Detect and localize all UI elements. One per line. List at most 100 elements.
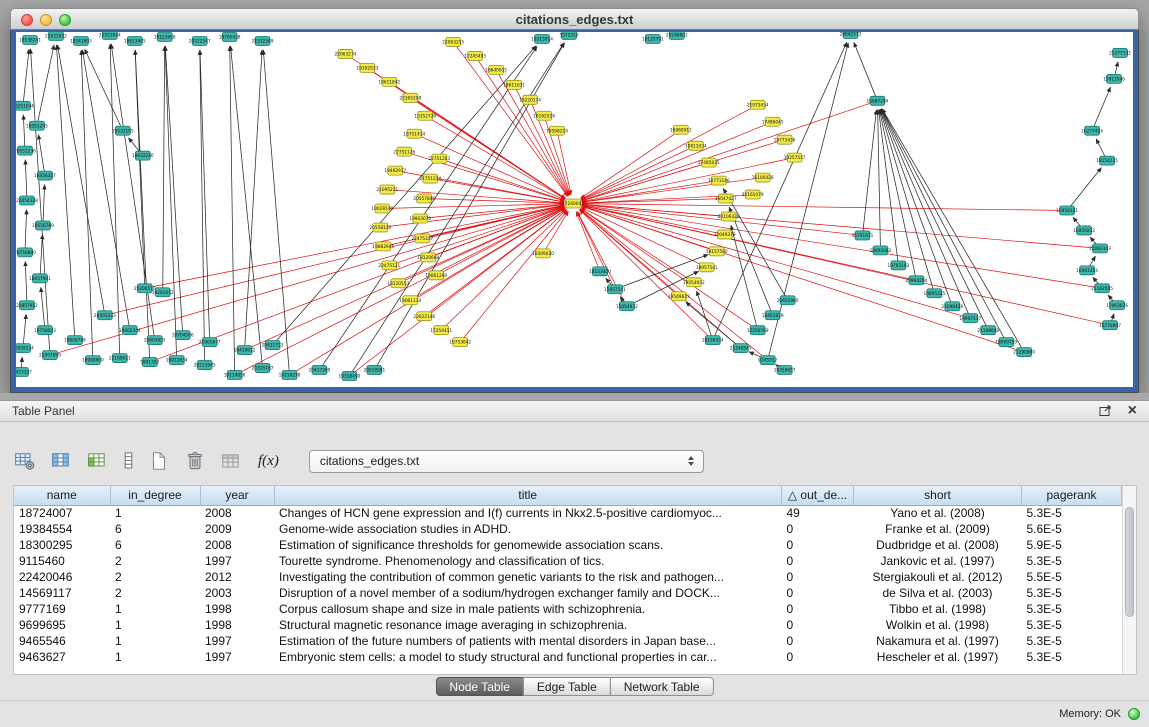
graph-node[interactable]: 21162565 <box>1091 284 1113 293</box>
graph-node[interactable]: 20213945 <box>194 361 216 370</box>
graph-node[interactable]: 22475121 <box>378 261 400 270</box>
import-table-button[interactable] <box>218 449 244 473</box>
graph-node[interactable]: 16162516 <box>533 111 555 120</box>
graph-node[interactable]: 22551044 <box>99 32 121 39</box>
graph-edge[interactable] <box>230 46 235 375</box>
graph-node[interactable]: 13220174 <box>519 95 541 104</box>
graph-node[interactable]: 22106428 <box>718 212 740 221</box>
graph-node[interactable]: 13451879 <box>762 311 784 320</box>
graph-node[interactable]: 18613405 <box>124 36 146 45</box>
graph-node[interactable]: 19602344 <box>119 326 141 335</box>
graph-edge[interactable] <box>627 271 699 306</box>
graph-edge[interactable] <box>582 206 1110 326</box>
graph-edge[interactable] <box>580 130 680 199</box>
graph-node[interactable]: 21377132 <box>1109 48 1131 57</box>
graph-node[interactable]: 18765438 <box>219 32 241 41</box>
graph-edge[interactable] <box>41 287 45 330</box>
close-panel-icon[interactable]: × <box>1128 403 1137 419</box>
graph-node[interactable]: 22063215 <box>442 37 464 46</box>
graph-node[interactable]: 20512347 <box>189 36 211 45</box>
graph-node[interactable]: 19283012 <box>152 288 174 297</box>
graph-node[interactable]: 21905677 <box>199 338 221 347</box>
graph-node[interactable]: 20251044 <box>16 101 34 110</box>
graph-node[interactable]: 21473327 <box>16 368 32 377</box>
float-panel-icon[interactable] <box>1099 405 1112 417</box>
window-titlebar[interactable]: citations_edges.txt <box>10 8 1139 30</box>
graph-node[interactable]: 22022146 <box>413 312 435 321</box>
graph-edge[interactable] <box>580 209 768 360</box>
graph-node[interactable]: 19341803 <box>70 36 92 45</box>
tab-node-table[interactable]: Node Table <box>435 677 524 696</box>
graph-edge[interactable] <box>263 50 289 375</box>
graph-edge[interactable] <box>854 42 878 100</box>
graph-node[interactable]: 19123456 <box>154 32 176 41</box>
graph-node[interactable]: 21095221 <box>376 185 398 194</box>
table-row[interactable]: 911546021997Tourette syndrome. Phenomeno… <box>14 553 1122 569</box>
graph-node[interactable]: 22109011 <box>109 354 131 363</box>
graph-node[interactable]: 22063274 <box>335 49 357 58</box>
table-scrollbar[interactable] <box>1122 486 1136 674</box>
graph-edge[interactable] <box>582 101 878 201</box>
graph-node[interactable]: 19135791 <box>642 34 664 43</box>
graph-node[interactable]: 19012834 <box>166 356 188 365</box>
column-selector-button[interactable] <box>120 449 136 473</box>
graph-node[interactable]: 20557845 <box>413 194 435 203</box>
column-header[interactable]: year <box>200 486 274 505</box>
graph-edge[interactable] <box>56 45 74 340</box>
graph-node[interactable]: 16640915 <box>485 65 507 74</box>
table-scrollbar-thumb[interactable] <box>1125 507 1134 617</box>
column-header[interactable]: in_degree <box>110 486 200 505</box>
graph-node[interactable]: 19895315 <box>923 289 945 298</box>
table-row[interactable]: 977716911998Corpus callosum shape and si… <box>14 601 1122 617</box>
graph-node[interactable]: 20652980 <box>777 296 799 305</box>
graph-edge[interactable] <box>245 50 262 350</box>
graph-node[interactable]: 19351245 <box>26 121 48 130</box>
graph-edge[interactable] <box>723 188 787 300</box>
graph-edge[interactable] <box>1067 168 1101 211</box>
graph-node[interactable]: 18773436 <box>774 135 796 144</box>
table-mode-button[interactable] <box>12 449 38 473</box>
graph-node[interactable]: 19862945 <box>372 242 394 251</box>
graph-node[interactable]: 20892082 <box>870 246 892 255</box>
graph-node[interactable]: 17240042 <box>562 199 584 208</box>
graph-edge[interactable] <box>200 50 210 342</box>
graph-edge[interactable] <box>349 209 565 376</box>
graph-edge[interactable] <box>135 50 145 288</box>
graph-node[interactable]: 19061249 <box>425 271 447 280</box>
graph-node[interactable]: 19556789 <box>32 221 54 230</box>
graph-node[interactable]: 18153450 <box>589 267 611 276</box>
graph-node[interactable]: 18611031 <box>503 80 525 89</box>
graph-node[interactable]: 19806788 <box>64 336 86 345</box>
graph-node[interactable]: 19903076 <box>409 214 431 223</box>
graph-node[interactable]: 21198648 <box>977 326 999 335</box>
graph-edge[interactable] <box>25 209 27 252</box>
minimize-window-button[interactable] <box>40 14 52 26</box>
table-row[interactable]: 2242004622012Investigating the contribut… <box>14 569 1122 585</box>
graph-node[interactable]: 20519501 <box>363 366 385 375</box>
graph-node[interactable]: 18908900 <box>82 356 104 365</box>
graph-edge[interactable] <box>414 134 564 200</box>
graph-node[interactable]: 18611842 <box>378 77 400 86</box>
table-row[interactable]: 946554611997Estimation of the future num… <box>14 633 1122 649</box>
zoom-window-button[interactable] <box>59 14 71 26</box>
graph-node[interactable]: 22475337 <box>411 234 433 243</box>
graph-edge[interactable] <box>40 234 42 278</box>
graph-node[interactable]: 19257517 <box>784 153 806 162</box>
graph-edge[interactable] <box>862 110 876 236</box>
graph-node[interactable]: 20994204 <box>905 276 927 285</box>
column-header[interactable]: △ out_de... <box>782 486 854 505</box>
graph-edge[interactable] <box>713 42 847 340</box>
graph-edge[interactable] <box>25 160 27 201</box>
tab-network-table[interactable]: Network Table <box>610 677 714 696</box>
graph-edge[interactable] <box>430 179 564 202</box>
graph-node[interactable]: 21096426 <box>941 302 963 311</box>
graph-node[interactable]: 18999759 <box>995 338 1017 347</box>
graph-node[interactable]: 12250768 <box>747 326 769 335</box>
graph-node[interactable]: 21060343 <box>1089 244 1111 253</box>
column-header[interactable]: pagerank <box>1022 486 1122 505</box>
graph-edge[interactable] <box>85 49 123 131</box>
graph-node[interactable]: 19462937 <box>384 166 406 175</box>
graph-node[interactable]: 20558133 <box>369 223 391 232</box>
graph-node[interactable]: 19114056 <box>224 371 246 380</box>
graph-node[interactable]: 19758023 <box>34 326 56 335</box>
